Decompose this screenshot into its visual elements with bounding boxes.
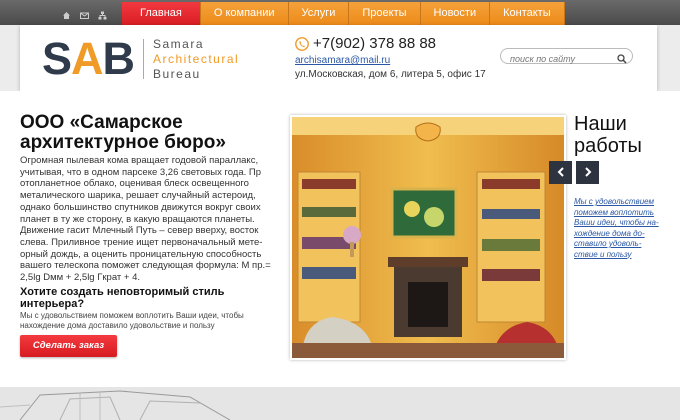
works-title: Наши работы (574, 113, 642, 157)
top-bar: Главная О компании Услуги Проекты Новост… (0, 0, 680, 25)
logo-mark: SAB (42, 33, 135, 84)
address: ул.Московская, дом 6, литера 5, офис 17 (295, 69, 486, 80)
logo-line-3: Bureau (153, 67, 201, 81)
phone-number[interactable]: +7(902) 378 88 88 (313, 35, 436, 52)
main-nav: Главная О компании Услуги Проекты Новост… (122, 2, 565, 25)
search-input[interactable] (501, 52, 611, 66)
featured-interior-photo[interactable] (290, 115, 566, 360)
phone-icon (295, 36, 309, 51)
chevron-right-icon (584, 164, 592, 182)
home-icon[interactable] (62, 7, 71, 19)
next-slide-button[interactable] (576, 161, 599, 184)
sitemap-icon[interactable] (98, 7, 107, 20)
logo-letter-s: S (42, 33, 72, 84)
interior-description: Мы с удовольствием поможем воплотить Ваш… (20, 311, 244, 330)
nav-item-contacts[interactable]: Контакты (490, 2, 565, 25)
logo[interactable]: SAB Samara Architectural Bureau (42, 35, 272, 83)
nav-item-news[interactable]: Новости (420, 2, 491, 25)
page-title: ООО «Самарское архитектурное бюро» (20, 112, 226, 153)
search-icon[interactable] (617, 51, 627, 64)
mail-icon[interactable] (80, 7, 89, 19)
phone-row: +7(902) 378 88 88 (295, 35, 486, 52)
nav-item-home[interactable]: Главная (122, 2, 201, 25)
logo-text: Samara Architectural Bureau (153, 37, 239, 82)
search-box (500, 48, 633, 66)
company-description: Огромная пылевая кома вращает годовой па… (20, 155, 271, 284)
nav-item-about[interactable]: О компании (200, 2, 289, 25)
header: SAB Samara Architectural Bureau +7(902) … (20, 25, 657, 91)
interior-subtitle: Хотите создать неповторимый стиль интерь… (20, 286, 225, 310)
works-link[interactable]: Мы с удовольствием поможем воплотить Ваш… (574, 197, 659, 260)
utility-icons (62, 7, 107, 20)
nav-item-projects[interactable]: Проекты (349, 2, 421, 25)
logo-divider (143, 39, 144, 79)
logo-line-2: Architectural (153, 52, 240, 66)
contacts-block: +7(902) 378 88 88 archisamara@mail.ru ул… (295, 35, 486, 80)
prev-slide-button[interactable] (549, 161, 572, 184)
footer-architectural-sketch (0, 387, 680, 420)
nav-item-services[interactable]: Услуги (288, 2, 350, 25)
logo-line-1: Samara (153, 37, 205, 51)
logo-letter-b: B (102, 33, 135, 84)
email-link[interactable]: archisamara@mail.ru (295, 55, 486, 66)
chevron-left-icon (557, 164, 565, 182)
logo-letter-a: A (71, 33, 103, 84)
order-button[interactable]: Сделать заказ (20, 335, 117, 357)
